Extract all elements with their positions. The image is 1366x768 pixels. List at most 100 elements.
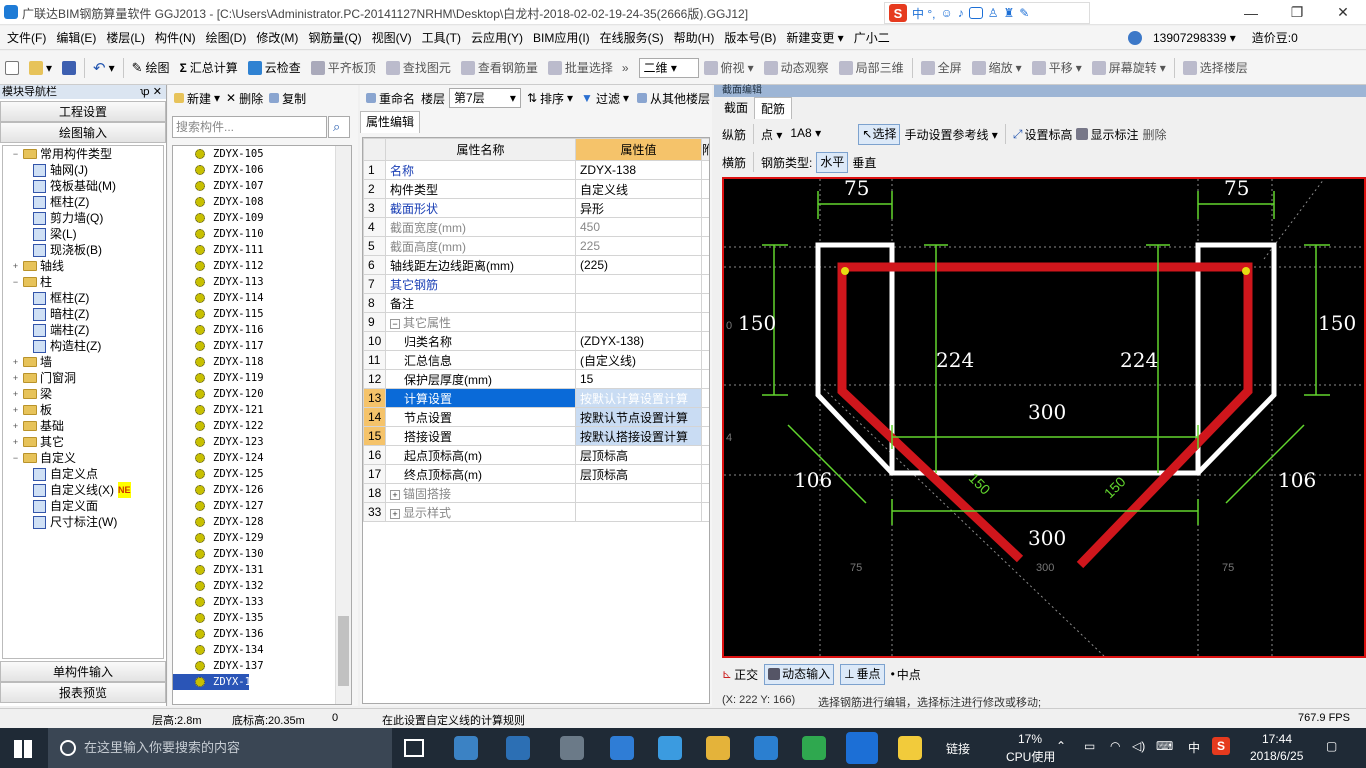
set-elevation-button[interactable]: ⤢ 设置标高 (1013, 126, 1073, 143)
cloud-check-button[interactable]: 云检查 (243, 56, 306, 80)
menu-item[interactable]: 新建变更 ▾ (781, 26, 848, 50)
rotate-button[interactable]: 屏幕旋转 ▾ (1087, 56, 1171, 80)
property-row[interactable]: 16 起点顶标高(m) 层顶标高 (363, 445, 709, 465)
nav-pin-close-icon[interactable]: ꝕ ✕ (140, 85, 166, 99)
list-item[interactable]: ZDYX-123 (173, 434, 351, 450)
clock-date[interactable]: 2018/6/25 (1250, 749, 1303, 763)
clock-time[interactable]: 17:44 (1262, 732, 1292, 746)
property-row[interactable]: 15 搭接设置 按默认搭接设置计算 (363, 426, 709, 446)
battery-icon[interactable]: ▭ (1084, 739, 1095, 753)
menu-item[interactable]: 文件(F) (2, 26, 51, 50)
menu-item[interactable]: 钢筋量(Q) (303, 26, 366, 50)
flat-slab-button[interactable]: 平齐板顶 (306, 56, 381, 80)
find-element-button[interactable]: 查找图元 (381, 56, 456, 80)
sum-calc-button[interactable]: Σ 汇总计算 (175, 56, 243, 80)
dim-300-top[interactable]: 300 (1028, 400, 1066, 424)
user-icon[interactable]: ♙ (988, 6, 999, 20)
list-item[interactable]: ZDYX-116 (173, 322, 351, 338)
dim-224-left[interactable]: 224 (936, 348, 974, 372)
menu-item[interactable]: 广小二 (849, 26, 895, 50)
taskbar-search[interactable]: 在这里输入你要搜索的内容 (48, 728, 392, 768)
menu-item[interactable]: 修改(M) (251, 26, 303, 50)
collapse-icon[interactable]: − (11, 277, 20, 287)
ie-blue-icon[interactable] (658, 736, 682, 760)
property-value[interactable] (575, 483, 702, 503)
list-item[interactable]: ZDYX-119 (173, 370, 351, 386)
open-button[interactable]: ▾ (24, 56, 57, 80)
wrench-icon[interactable]: ✎ (1019, 6, 1029, 20)
list-item[interactable]: ZDYX-128 (173, 514, 351, 530)
section-drawing[interactable]: 75 75 150 150 224 224 300 300 106 106 15… (724, 179, 1364, 656)
keyboard-icon[interactable] (968, 7, 983, 19)
maximize-button[interactable]: ❐ (1274, 0, 1320, 25)
property-row[interactable]: 6 轴线距左边线距离(mm) (225) (363, 255, 709, 275)
list-item[interactable]: ZDYX-105 (173, 146, 351, 162)
list-item[interactable]: ZDYX-136 (173, 626, 351, 642)
perpendicular-button[interactable]: ⊥ 垂点 (840, 663, 885, 685)
file-explorer-icon[interactable] (706, 736, 730, 760)
list-item[interactable]: ZDYX-127 (173, 498, 351, 514)
account-phone[interactable]: 13907298339 ▾ (1148, 26, 1241, 50)
tree-item[interactable]: 暗柱(Z) (3, 306, 163, 322)
property-value[interactable]: (ZDYX-138) (575, 331, 702, 351)
menu-item[interactable]: 工具(T) (417, 26, 466, 50)
property-row[interactable]: 11 汇总信息 (自定义线) (363, 350, 709, 370)
ime-mode[interactable]: 中 °, (912, 5, 935, 22)
show-label-button[interactable]: 显示标注 (1076, 126, 1138, 143)
tab-rebar[interactable]: 配筋 (754, 97, 793, 119)
menu-item[interactable]: 视图(V) (367, 26, 417, 50)
mic-icon[interactable]: ♪ (958, 6, 964, 20)
tree-item[interactable]: − 常用构件类型 (3, 146, 163, 162)
tree-item[interactable]: + 基础 (3, 418, 163, 434)
tree-item[interactable]: + 其它 (3, 434, 163, 450)
single-component-button[interactable]: 单构件输入 (0, 661, 166, 682)
property-row[interactable]: 5 截面高度(mm) 225 (363, 236, 709, 256)
property-value[interactable]: ZDYX-138 (575, 160, 702, 180)
new-file-button[interactable] (0, 56, 24, 80)
expand-icon[interactable]: + (11, 421, 20, 431)
tab-section[interactable]: 截面 (718, 97, 754, 119)
tree-item[interactable]: 轴网(J) (3, 162, 163, 178)
property-value[interactable]: 按默认节点设置计算 (575, 407, 702, 427)
list-scrollbar[interactable] (335, 146, 351, 704)
list-item[interactable]: ZDYX-118 (173, 354, 351, 370)
project-settings-button[interactable]: 工程设置 (0, 101, 166, 122)
property-row[interactable]: 7 其它钢筋 (363, 274, 709, 294)
list-item[interactable]: ZDYX-130 (173, 546, 351, 562)
property-value[interactable]: 层顶标高 (575, 464, 702, 484)
zoom-button[interactable]: 缩放 ▾ (967, 56, 1027, 80)
sort-button[interactable]: ⇅ 排序 ▾ (525, 86, 575, 110)
property-value[interactable]: 按默认搭接设置计算 (575, 426, 702, 446)
link-label[interactable]: 链接 (946, 740, 970, 757)
view-mode-select[interactable]: 二维 ▾ (638, 57, 699, 78)
rebar-spec-select[interactable]: 1A8 ▾ (786, 124, 854, 144)
input-lang[interactable]: 中 (1188, 739, 1200, 756)
menu-item[interactable]: 绘图(D) (201, 26, 252, 50)
property-value[interactable]: 450 (575, 217, 702, 237)
list-item[interactable]: ZDYX-109 (173, 210, 351, 226)
list-item[interactable]: ZDYX-135 (173, 610, 351, 626)
app-icon-grey[interactable] (560, 736, 584, 760)
property-value[interactable] (575, 312, 702, 332)
tree-item[interactable]: 筏板基础(M) (3, 178, 163, 194)
select-floor-button[interactable]: 选择楼层 (1178, 56, 1253, 80)
report-preview-button[interactable]: 报表预览 (0, 682, 166, 703)
property-value[interactable]: (自定义线) (575, 350, 702, 370)
property-row[interactable]: 10 归类名称 (ZDYX-138) (363, 331, 709, 351)
property-value[interactable] (575, 502, 702, 522)
property-value[interactable]: 225 (575, 236, 702, 256)
rebar-point[interactable] (1242, 267, 1250, 275)
pan-button[interactable]: 平移 ▾ (1027, 56, 1087, 80)
property-row[interactable]: 2 构件类型 自定义线 (363, 179, 709, 199)
component-search-input[interactable]: 搜索构件... (172, 116, 327, 138)
list-item[interactable]: ZDYX-112 (173, 258, 351, 274)
ime-toolbar[interactable]: S 中 °, ☺ ♪ ♙ ♜ ✎ (884, 2, 1090, 24)
dim-106-right[interactable]: 106 (1278, 468, 1316, 492)
minimize-button[interactable]: — (1228, 0, 1274, 25)
list-item[interactable]: ZDYX-121 (173, 402, 351, 418)
draw-input-button[interactable]: 绘图输入 (0, 122, 166, 143)
top-view-button[interactable]: 俯视 ▾ (699, 56, 759, 80)
list-item[interactable]: ZDYX-106 (173, 162, 351, 178)
tree-item[interactable]: 自定义点 (3, 466, 163, 482)
list-item[interactable]: ZDYX-126 (173, 482, 351, 498)
